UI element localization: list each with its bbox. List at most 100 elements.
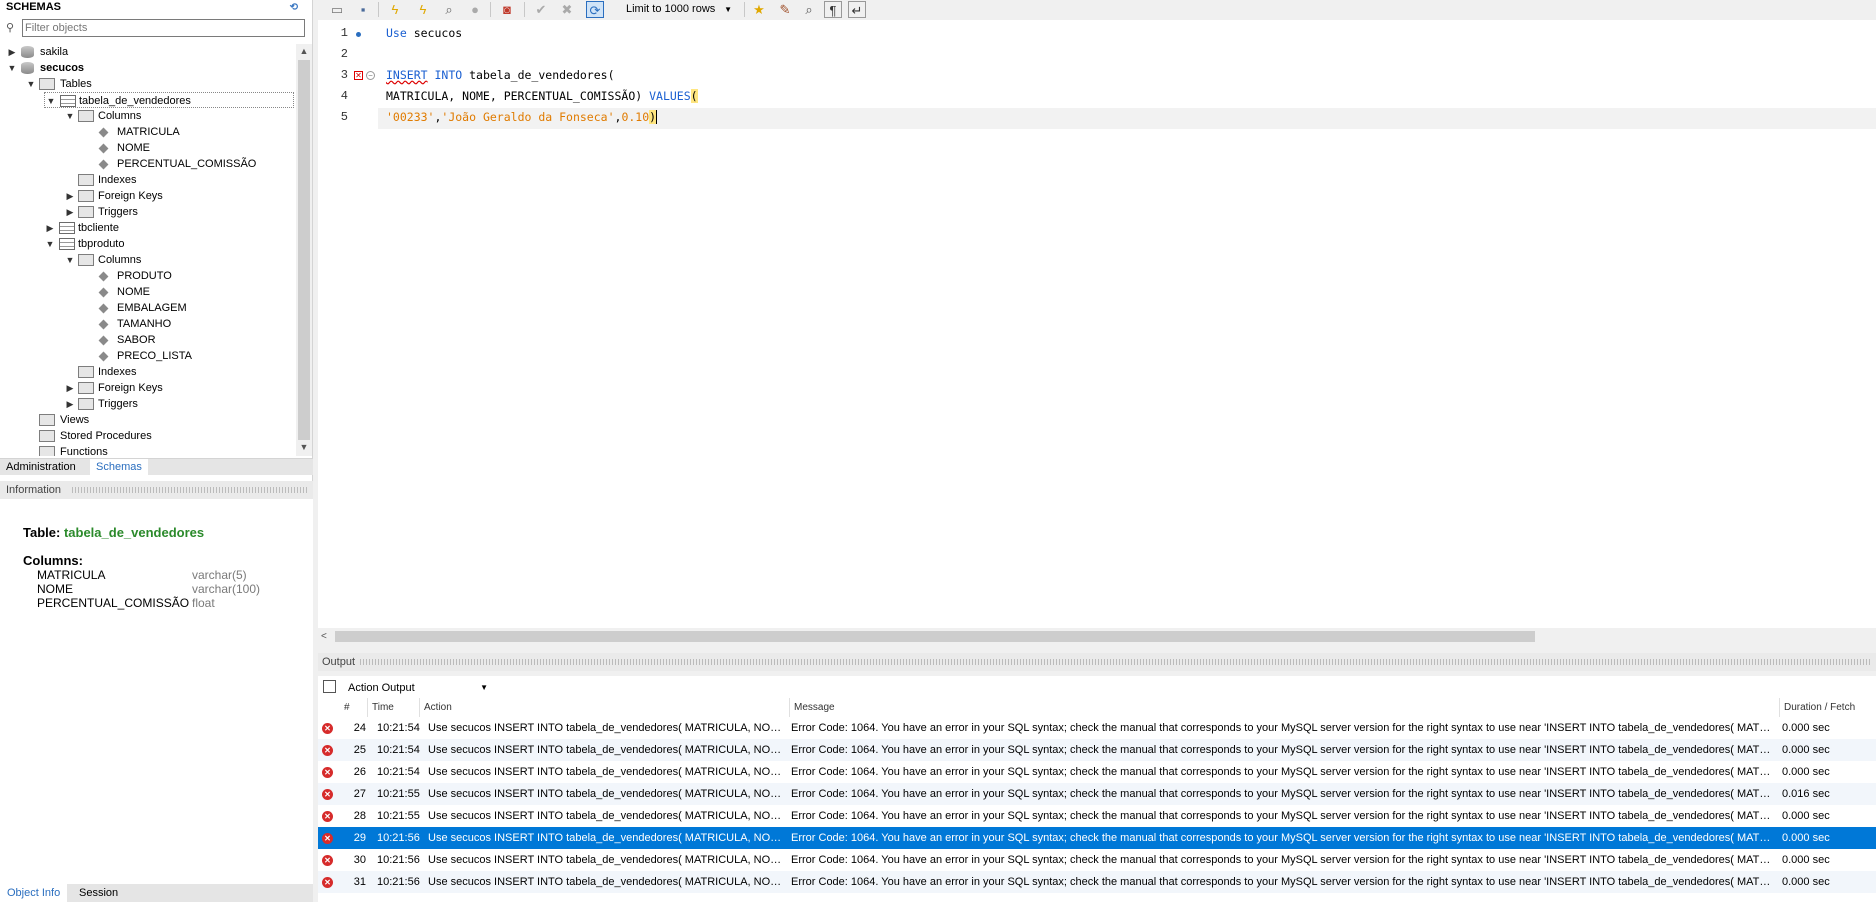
expand-icon[interactable]: ▶: [64, 204, 76, 220]
expand-icon[interactable]: ▶: [64, 380, 76, 396]
tree-item-column[interactable]: MATRICULA: [0, 124, 296, 140]
expand-icon[interactable]: ▶: [64, 396, 76, 412]
tree-scrollbar[interactable]: ▲ ▼: [296, 44, 312, 456]
schema-tree[interactable]: ▶ sakila ▼ secucos ▼ Tables ▼ tabela_de_…: [0, 44, 296, 456]
word-wrap-icon[interactable]: ↵: [848, 1, 866, 18]
tree-item-column[interactable]: NOME: [0, 284, 296, 300]
tree-item-tabela-de-vendedores[interactable]: ▼ tabela_de_vendedores: [44, 92, 294, 108]
copy-icon[interactable]: [323, 680, 336, 693]
tree-item-column[interactable]: EMBALAGEM: [0, 300, 296, 316]
editor-horizontal-scrollbar[interactable]: <: [318, 628, 1876, 645]
scroll-left-icon[interactable]: <: [321, 628, 327, 645]
tree-item-functions[interactable]: Functions: [0, 444, 296, 456]
add-snippet-icon[interactable]: ★: [750, 1, 768, 18]
navigator-tabs: Administration Schemas: [0, 458, 313, 476]
execute-current-icon[interactable]: ϟ: [414, 1, 432, 18]
filter-objects-input[interactable]: Filter objects: [22, 19, 305, 37]
action-output-table[interactable]: # Time Action Message Duration / Fetch ✕…: [318, 698, 1876, 902]
column-header-num[interactable]: #: [340, 698, 368, 717]
sql-editor[interactable]: 1 2 3 ✕ − 4 5 Use secucos INSERT INTO ta…: [318, 20, 1876, 628]
row-action: Use secucos INSERT INTO tabela_de_vended…: [428, 832, 788, 844]
rollback-icon[interactable]: ✖: [558, 1, 576, 18]
save-icon[interactable]: ▪: [354, 1, 372, 18]
row-message: Error Code: 1064. You have an error in y…: [791, 766, 1775, 778]
execute-icon[interactable]: ϟ: [386, 1, 404, 18]
tree-item-views[interactable]: Views: [0, 412, 296, 428]
tree-label: NOME: [117, 142, 150, 154]
collapse-icon[interactable]: ▼: [25, 76, 37, 92]
expand-icon[interactable]: ▶: [6, 44, 18, 60]
explain-icon[interactable]: ⌕: [440, 1, 458, 18]
output-row[interactable]: ✕ 24 10:21:54 Use secucos INSERT INTO ta…: [318, 717, 1876, 739]
tree-item-indexes[interactable]: Indexes: [0, 172, 296, 188]
refresh-icon[interactable]: ⟲: [290, 1, 298, 15]
stop-icon[interactable]: ●: [466, 1, 484, 18]
scroll-up-icon[interactable]: ▲: [296, 46, 312, 56]
output-row-selected[interactable]: ✕ 29 10:21:56 Use secucos INSERT INTO ta…: [318, 827, 1876, 849]
collapse-icon[interactable]: ▼: [45, 93, 57, 109]
row-action: Use secucos INSERT INTO tabela_de_vended…: [428, 876, 788, 888]
output-mode-select[interactable]: Action Output ▼: [343, 678, 493, 696]
tree-item-column[interactable]: PERCENTUAL_COMISSÃO: [0, 156, 296, 172]
tree-item-triggers[interactable]: ▶ Triggers: [0, 396, 296, 412]
open-file-icon[interactable]: ▭: [328, 1, 346, 18]
expand-icon[interactable]: ▶: [44, 220, 56, 236]
tree-item-foreign-keys[interactable]: ▶ Foreign Keys: [0, 188, 296, 204]
tree-item-tbcliente[interactable]: ▶ tbcliente: [0, 220, 296, 236]
error-icon: ✕: [322, 789, 333, 800]
line-gutter: 1 2 3 ✕ − 4 5: [318, 20, 378, 628]
output-row[interactable]: ✕ 27 10:21:55 Use secucos INSERT INTO ta…: [318, 783, 1876, 805]
tree-item-indexes[interactable]: Indexes: [0, 364, 296, 380]
fold-icon[interactable]: −: [366, 71, 375, 80]
column-header-time[interactable]: Time: [368, 698, 420, 717]
tree-item-tables[interactable]: ▼ Tables: [0, 76, 296, 92]
tab-object-info[interactable]: Object Info: [0, 884, 68, 902]
output-row[interactable]: ✕ 30 10:21:56 Use secucos INSERT INTO ta…: [318, 849, 1876, 871]
tab-administration[interactable]: Administration: [0, 459, 82, 476]
output-row[interactable]: ✕ 25 10:21:54 Use secucos INSERT INTO ta…: [318, 739, 1876, 761]
expand-icon[interactable]: ▶: [64, 188, 76, 204]
column-header-action[interactable]: Action: [420, 698, 790, 717]
column-icon: [98, 271, 109, 282]
scroll-down-icon[interactable]: ▼: [296, 442, 312, 452]
collapse-icon[interactable]: ▼: [64, 252, 76, 268]
invisible-chars-icon[interactable]: ¶: [824, 1, 842, 18]
collapse-icon[interactable]: ▼: [44, 236, 56, 252]
row-duration: 0.000 sec: [1782, 744, 1830, 756]
beautify-icon[interactable]: ✎: [776, 1, 794, 18]
find-icon[interactable]: ⌕: [800, 1, 818, 18]
tree-item-triggers[interactable]: ▶ Triggers: [0, 204, 296, 220]
limit-rows-select[interactable]: Limit to 1000 rows ▼: [620, 1, 738, 18]
collapse-icon[interactable]: ▼: [64, 108, 76, 124]
output-row[interactable]: ✕ 26 10:21:54 Use secucos INSERT INTO ta…: [318, 761, 1876, 783]
tree-item-tbproduto[interactable]: ▼ tbproduto: [0, 236, 296, 252]
tree-item-column[interactable]: PRECO_LISTA: [0, 348, 296, 364]
collapse-icon[interactable]: ▼: [6, 60, 18, 76]
tree-item-columns[interactable]: ▼ Columns: [0, 252, 296, 268]
tree-item-stored-procedures[interactable]: Stored Procedures: [0, 428, 296, 444]
tree-item-column[interactable]: PRODUTO: [0, 268, 296, 284]
tree-item-foreign-keys[interactable]: ▶ Foreign Keys: [0, 380, 296, 396]
error-marker-icon[interactable]: ✕: [354, 71, 363, 80]
tree-item-secucos[interactable]: ▼ secucos: [0, 60, 296, 76]
autocommit-icon[interactable]: ⟳: [586, 1, 604, 18]
output-row[interactable]: ✕ 28 10:21:55 Use secucos INSERT INTO ta…: [318, 805, 1876, 827]
tree-item-column[interactable]: SABOR: [0, 332, 296, 348]
column-header-duration[interactable]: Duration / Fetch: [1780, 698, 1876, 717]
scrollbar-thumb[interactable]: [335, 631, 1535, 642]
tree-item-column[interactable]: NOME: [0, 140, 296, 156]
tree-item-columns[interactable]: ▼ Columns: [0, 108, 296, 124]
commit-icon[interactable]: ✔: [532, 1, 550, 18]
error-icon: ✕: [322, 877, 333, 888]
tab-session[interactable]: Session: [72, 884, 125, 902]
output-header: Output: [318, 653, 1876, 671]
output-row[interactable]: ✕ 31 10:21:56 Use secucos INSERT INTO ta…: [318, 871, 1876, 893]
scrollbar-thumb[interactable]: [298, 60, 310, 440]
tree-item-sakila[interactable]: ▶ sakila: [0, 44, 296, 60]
tab-schemas[interactable]: Schemas: [90, 459, 148, 476]
database-icon: [21, 46, 34, 58]
column-header-message[interactable]: Message: [790, 698, 1780, 717]
toggle-errors-icon[interactable]: ◙: [498, 1, 516, 18]
tree-item-column[interactable]: TAMANHO: [0, 316, 296, 332]
tree-label: Foreign Keys: [98, 382, 163, 394]
